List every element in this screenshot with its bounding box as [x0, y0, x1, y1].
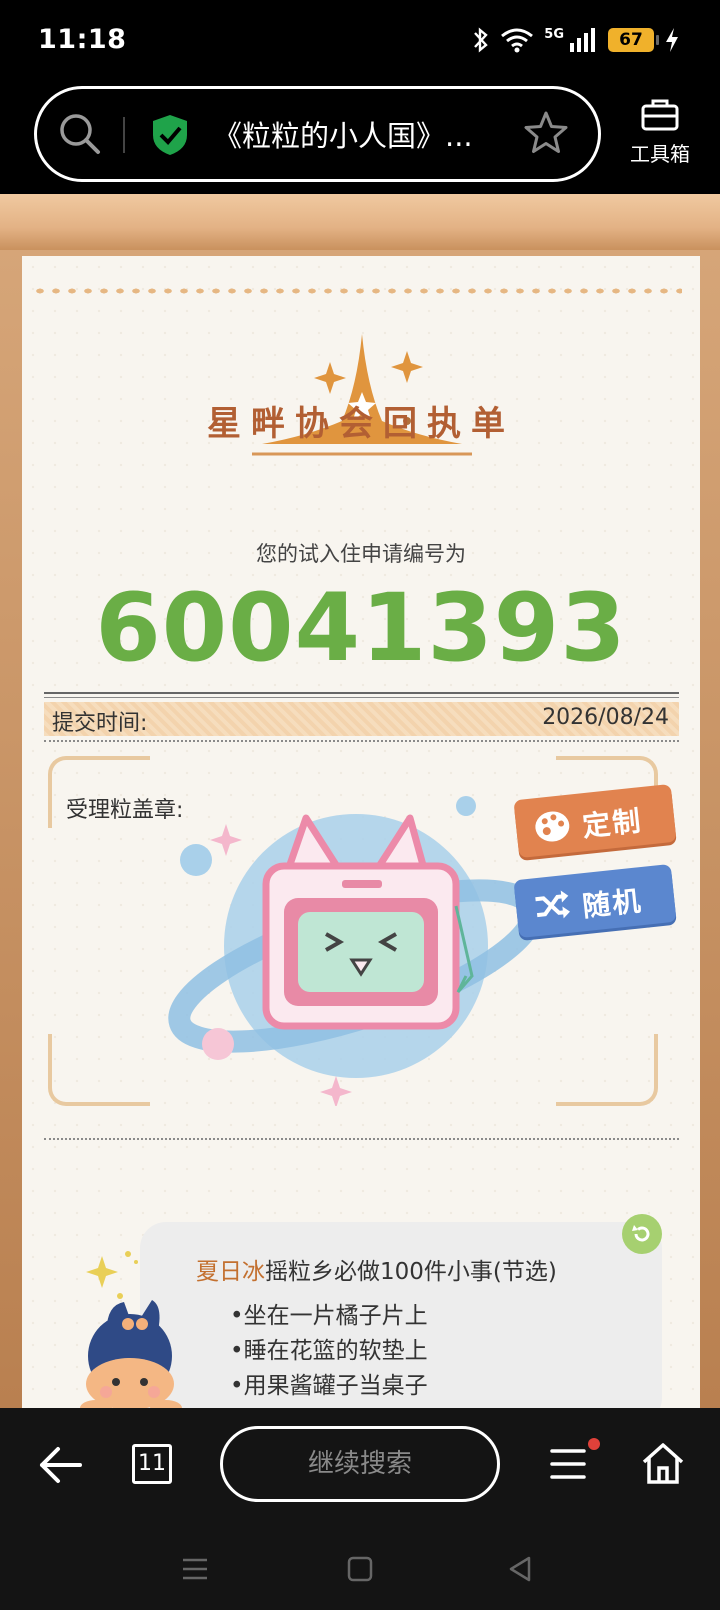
notification-dot	[588, 1438, 600, 1450]
application-number: 60041393	[95, 574, 627, 683]
receipt-paper: 星畔协会回执单 您的试入住申请编号为 60041393 提交时间: 2026/0…	[22, 256, 700, 1408]
back-arrow-icon[interactable]	[36, 1444, 84, 1486]
wifi-icon	[501, 28, 534, 53]
receipt-logo-title: 星畔协会回执单	[207, 404, 515, 444]
divider-line	[44, 692, 679, 694]
list-item: •用果酱罐子当桌子	[230, 1373, 428, 1399]
frame-corner	[48, 1034, 150, 1106]
home-square-icon[interactable]	[345, 1554, 375, 1584]
battery-indicator: 67	[608, 28, 659, 52]
toolbox-label: 工具箱	[630, 142, 690, 166]
dotted-divider	[44, 1138, 679, 1140]
tips-title-rest: 摇粒乡必做100件小事(节选)	[265, 1259, 557, 1285]
page-title[interactable]: 《粒粒的小人国》...	[213, 113, 473, 155]
browser-toolbar: 《粒粒的小人国》... 工具箱	[0, 84, 720, 194]
status-time: 11:18	[38, 24, 127, 55]
bunny-mascot-icon	[80, 1251, 182, 1408]
back-triangle-icon[interactable]	[505, 1554, 535, 1584]
tips-bubble: 夏日冰摇粒乡必做100件小事(节选) •坐在一片橘子片上 •睡在花篮的软垫上 •…	[140, 1222, 662, 1408]
tv-mascot-stamp-icon	[168, 796, 544, 1106]
frame-corner	[556, 1034, 658, 1106]
security-shield-icon[interactable]	[149, 113, 191, 157]
home-icon[interactable]	[640, 1440, 686, 1486]
network-type: 5G	[544, 26, 564, 42]
bottom-nav: 11 继续搜索	[0, 1408, 720, 1528]
status-bar: 11:18 5G 67	[0, 0, 720, 84]
submit-time-row: 提交时间: 2026/08/24	[44, 702, 679, 736]
recents-icon[interactable]	[180, 1554, 210, 1584]
refresh-button[interactable]	[622, 1214, 662, 1254]
tips-title: 夏日冰摇粒乡必做100件小事(节选)	[196, 1252, 557, 1286]
perforation-dots	[32, 286, 682, 296]
system-nav-bar	[0, 1528, 720, 1610]
continue-search-button[interactable]: 继续搜索	[220, 1426, 500, 1502]
tabs-count-button[interactable]: 11	[132, 1444, 172, 1484]
dotted-divider	[44, 740, 679, 742]
search-icon[interactable]	[57, 111, 103, 157]
toolbox-button[interactable]: 工具箱	[620, 98, 700, 167]
list-item: •坐在一片橘子片上	[230, 1303, 428, 1329]
application-subtitle: 您的试入住申请编号为	[256, 542, 466, 566]
address-bar[interactable]: 《粒粒的小人国》...	[34, 86, 601, 182]
list-item: •睡在花篮的软垫上	[230, 1338, 428, 1364]
bookmark-star-icon[interactable]	[522, 109, 570, 157]
address-separator	[123, 117, 125, 153]
tips-title-highlight: 夏日冰	[196, 1259, 265, 1285]
menu-icon[interactable]	[548, 1446, 588, 1482]
random-button-label: 随机	[580, 884, 644, 924]
submit-time-value: 2026/08/24	[542, 705, 669, 730]
refresh-icon	[632, 1225, 650, 1242]
palette-icon	[535, 811, 570, 842]
tips-list: •坐在一片橘子片上 •睡在花篮的软垫上 •用果酱罐子当桌子	[230, 1296, 428, 1401]
toolbox-icon	[641, 99, 679, 131]
customize-button-label: 定制	[580, 804, 644, 844]
charging-icon	[666, 28, 678, 52]
divider-line-thin	[44, 697, 679, 698]
wood-shelf	[0, 194, 720, 250]
signal-icon	[570, 28, 595, 52]
shuffle-icon	[535, 890, 570, 919]
web-page: 星畔协会回执单 您的试入住申请编号为 60041393 提交时间: 2026/0…	[0, 194, 720, 1408]
submit-time-label: 提交时间:	[52, 711, 148, 736]
status-icons: 5G 67	[472, 26, 680, 54]
bluetooth-icon	[474, 27, 489, 53]
